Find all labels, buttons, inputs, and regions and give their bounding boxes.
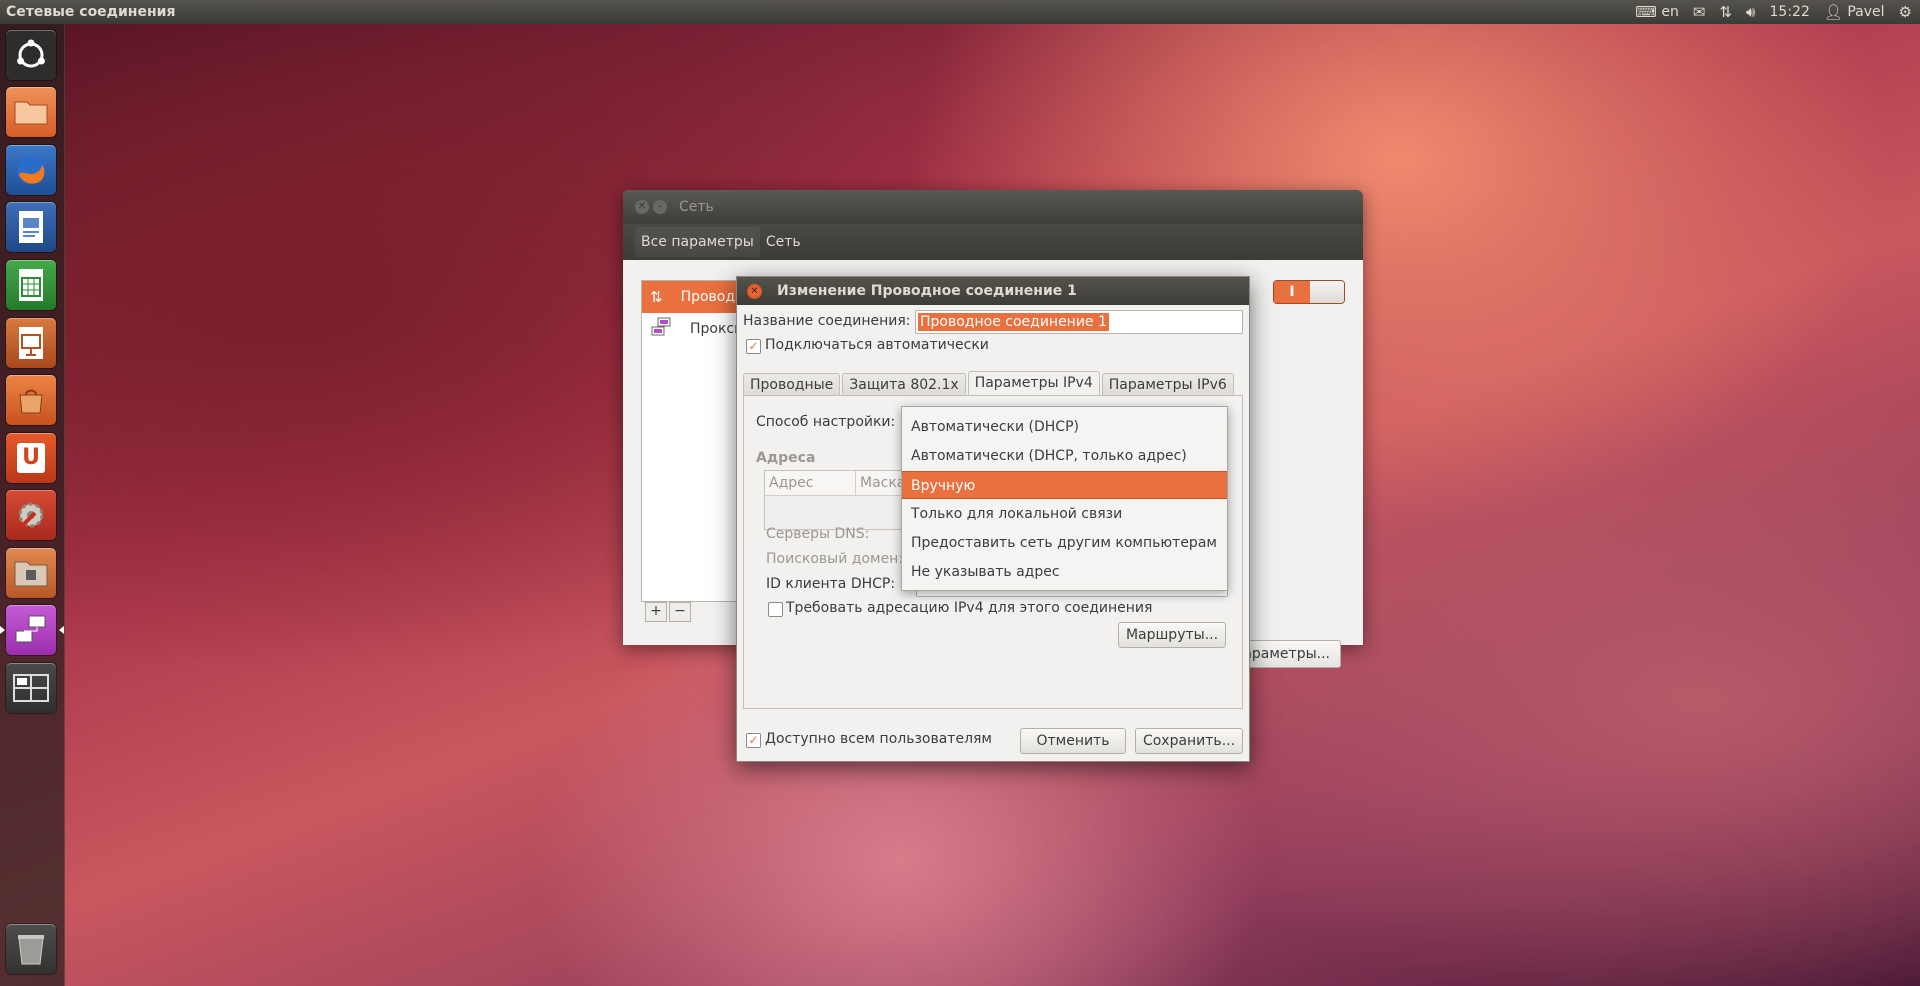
user-icon: 👤︎ [1823,3,1843,21]
dash-home-icon[interactable] [6,30,56,80]
launcher: U [0,24,65,986]
user-name: Pavel [1847,4,1885,20]
cancel-button[interactable]: Отменить [1020,728,1126,754]
files-icon[interactable] [6,87,56,137]
menu-item-shared[interactable]: Предоставить сеть другим компьютерам [902,529,1227,557]
search-domain-label: Поисковый домен: [766,551,904,567]
network-window-title: Сеть [679,199,714,215]
column-header-address: Адрес [765,471,856,495]
indicator-area: ⌨ en ✉ ⇅ 🔊︎ 15:22 👤︎ Pavel ⚙ [1635,0,1920,24]
network-icon[interactable]: ⇅ [1719,0,1732,24]
breadcrumb-network[interactable]: Сеть [760,227,807,257]
volume-icon[interactable]: 🔊︎ [1746,0,1755,24]
breadcrumb-all-settings[interactable]: Все параметры [635,227,760,257]
connection-list: ⇅ Проводное соединение Прокси-сервер [641,280,751,602]
connection-name-value: Проводное соединение 1 [918,313,1109,331]
network-toggle[interactable]: I [1273,280,1345,304]
wired-arrows-icon: ⇅ [650,288,663,306]
routes-button[interactable]: Маршруты... [1118,622,1226,648]
list-item-proxy[interactable]: Прокси-сервер [642,313,750,345]
tab-ipv6-settings[interactable]: Параметры IPv6 [1101,373,1234,396]
system-settings-icon[interactable] [6,490,56,540]
network-window-titlebar: ✕ – Сеть [623,190,1363,224]
require-ipv4-checkbox[interactable] [768,602,783,617]
user-menu[interactable]: 👤︎ Pavel [1824,0,1885,24]
connection-name-label: Название соединения: [743,313,911,329]
all-users-checkbox[interactable]: ✓ [746,733,761,748]
save-button[interactable]: Сохранить... [1135,728,1243,754]
remove-connection-button[interactable]: − [669,602,691,622]
tab-8021x-security[interactable]: Защита 802.1x [842,373,966,396]
dhcp-client-id-label: ID клиента DHCP: [766,576,896,592]
list-controls: + − [645,602,691,622]
backup-icon[interactable] [6,548,56,598]
close-icon[interactable]: ✕ [635,200,649,214]
add-connection-button[interactable]: + [645,602,667,622]
trash-icon[interactable] [6,924,56,974]
connection-name-field[interactable]: Проводное соединение 1 [915,310,1243,334]
keyboard-layout: en [1661,4,1679,20]
dns-servers-label: Серверы DNS: [766,526,870,542]
tab-wired[interactable]: Проводные [743,373,841,396]
mail-icon[interactable]: ✉ [1693,0,1706,24]
menu-item-dhcp[interactable]: Автоматически (DHCP) [902,413,1227,441]
clock[interactable]: 15:22 [1770,0,1810,24]
menu-item-link-local[interactable]: Только для локальной связи [902,500,1227,528]
workspace-switcher-icon[interactable] [6,663,56,713]
menu-item-dhcp-address-only[interactable]: Автоматически (DHCP, только адрес) [902,442,1227,470]
all-users-label: Доступно всем пользователям [765,731,992,747]
writer-icon[interactable] [6,202,56,252]
tab-bar: Проводные Защита 802.1x Параметры IPv4 П… [743,371,1234,396]
auto-connect-checkbox[interactable]: ✓ [746,339,761,354]
close-icon[interactable]: ✕ [747,284,762,299]
method-label: Способ настройки: [756,414,896,430]
impress-icon[interactable] [6,318,56,368]
minimize-icon[interactable]: – [653,200,667,214]
proxy-icon [650,317,672,341]
auto-connect-label: Подключаться автоматически [765,337,989,353]
require-ipv4-label: Требовать адресацию IPv4 для этого соеди… [786,600,1153,616]
addresses-heading: Адреса [756,450,816,466]
network-connections-icon[interactable] [6,605,56,655]
menu-item-disabled[interactable]: Не указывать адрес [902,558,1227,586]
top-panel: Сетевые соединения ⌨ en ✉ ⇅ 🔊︎ 15:22 👤︎ … [0,0,1920,24]
tab-ipv4-settings[interactable]: Параметры IPv4 [967,371,1100,396]
method-dropdown-menu: Автоматически (DHCP) Автоматически (DHCP… [901,406,1228,591]
dialog-titlebar: ✕ Изменение Проводное соединение 1 [737,277,1249,305]
keyboard-indicator[interactable]: ⌨ en [1635,0,1679,24]
calc-icon[interactable] [6,260,56,310]
menu-item-manual[interactable]: Вручную [902,471,1227,499]
keyboard-icon: ⌨ [1635,3,1657,21]
breadcrumb: Все параметры Сеть [623,224,1363,260]
running-indicator-icon [0,626,5,634]
firefox-icon[interactable] [6,145,56,195]
gear-icon[interactable]: ⚙ [1899,0,1912,24]
focus-indicator-icon [59,626,64,634]
toggle-on-label: I [1274,281,1310,303]
dialog-title: Изменение Проводное соединение 1 [777,283,1077,299]
toggle-knob [1310,281,1344,303]
list-item-wired[interactable]: ⇅ Проводное соединение [642,281,750,313]
software-center-icon[interactable] [6,375,56,425]
ubuntu-one-icon[interactable]: U [6,433,56,483]
active-window-title: Сетевые соединения [6,4,176,20]
